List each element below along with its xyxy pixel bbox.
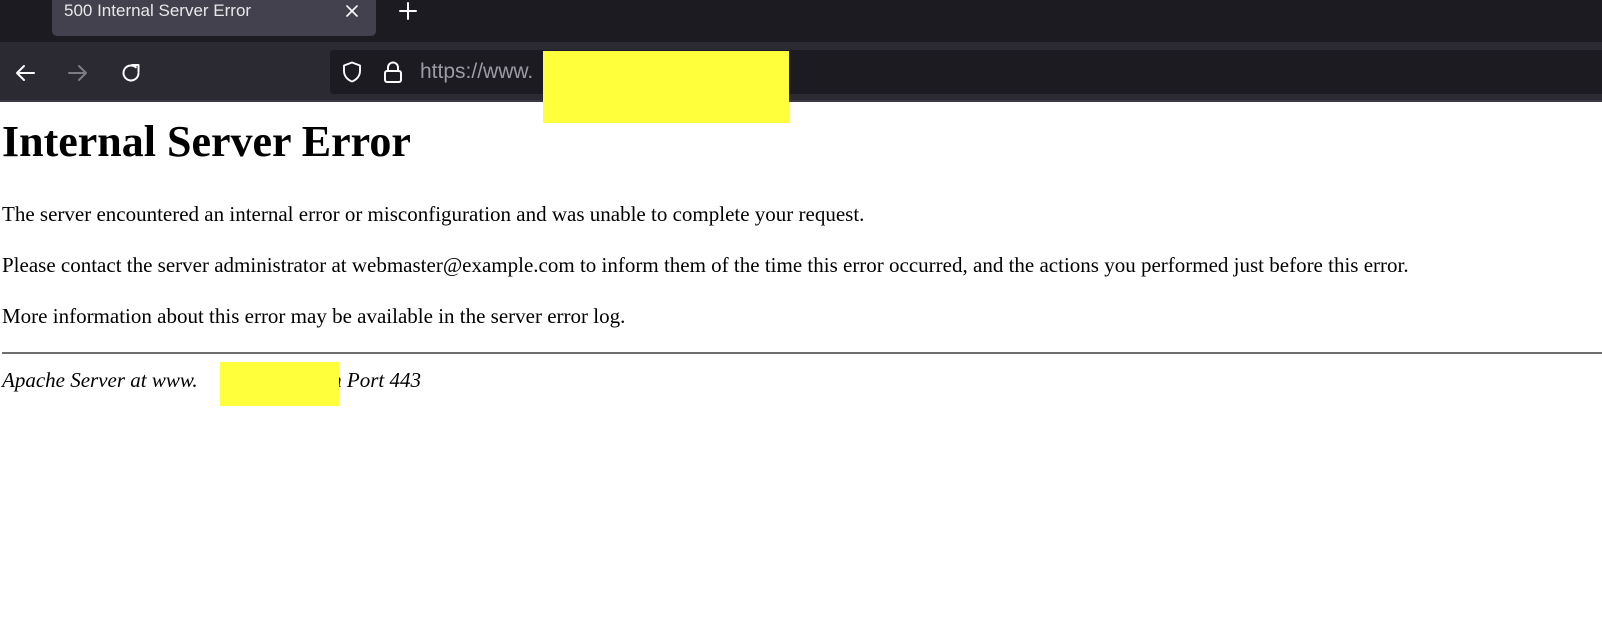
close-icon[interactable] (344, 3, 360, 19)
url-text[interactable]: https://www. (420, 59, 533, 85)
reload-icon[interactable] (119, 61, 143, 85)
redaction-box-url (543, 51, 789, 123)
page-title: Internal Server Error (2, 117, 411, 166)
error-log-text: More information about this error may be… (2, 304, 626, 328)
contact-admin-text: Please contact the server administrator … (2, 253, 1409, 277)
lock-icon[interactable] (382, 60, 404, 84)
arrow-right-icon[interactable] (66, 61, 90, 85)
navigation-bar: https://www. (0, 42, 1602, 100)
divider (2, 352, 1602, 354)
page-content: Internal Server Error The server encount… (0, 102, 1602, 618)
plus-icon[interactable] (398, 1, 418, 21)
error-description: The server encountered an internal error… (2, 202, 865, 226)
browser-window: 500 Internal Server Error https://www. I… (0, 0, 1602, 618)
tab-title: 500 Internal Server Error (64, 1, 252, 20)
redaction-box-hostname (220, 362, 339, 406)
tab-strip: 500 Internal Server Error (0, 0, 1602, 42)
arrow-left-icon[interactable] (13, 61, 37, 85)
shield-icon[interactable] (340, 60, 364, 84)
server-signature: Apache Server at www. .cn Port 443 (2, 367, 421, 393)
tab-active[interactable]: 500 Internal Server Error (52, 0, 376, 36)
server-signature-prefix: Apache Server at www. (2, 368, 198, 392)
